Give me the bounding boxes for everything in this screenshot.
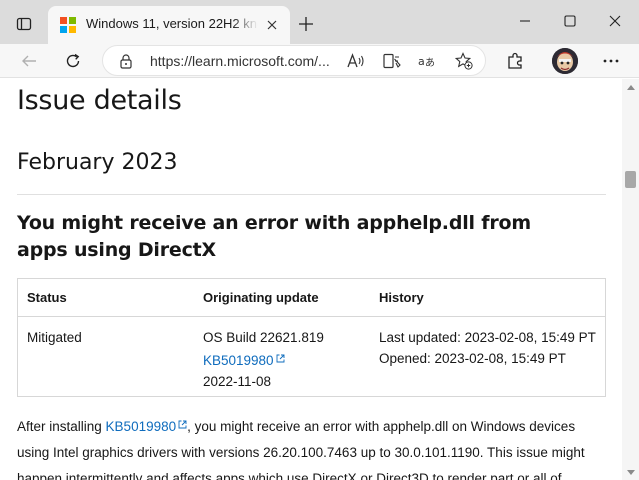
para-prefix: After installing — [17, 419, 106, 434]
table-header-row: Status Originating update History — [18, 279, 605, 317]
address-bar[interactable]: https://learn.microsoft.com/... aあ — [102, 45, 486, 76]
more-menu-button[interactable] — [596, 46, 626, 76]
lock-icon[interactable] — [119, 53, 133, 74]
os-build: OS Build 22621.819 — [203, 330, 324, 345]
close-icon — [609, 15, 621, 27]
scroll-thumb[interactable] — [625, 171, 636, 188]
originating-update-cell: OS Build 22621.819 KB5019980 2022-11-08 — [203, 327, 324, 392]
maximize-icon — [564, 15, 576, 27]
header-history: History — [379, 290, 424, 305]
extensions-icon — [508, 52, 522, 69]
release-date: 2022-11-08 — [203, 374, 272, 389]
kb-link[interactable]: KB5019980 — [203, 353, 274, 368]
scroll-down-icon[interactable] — [622, 466, 639, 478]
issue-description: After installing KB5019980, you might re… — [17, 412, 607, 480]
tab-title: Windows 11, version 22H2 known issues an… — [86, 16, 258, 31]
avatar[interactable] — [552, 48, 578, 74]
header-originating-update: Originating update — [203, 290, 319, 305]
section-divider — [17, 194, 606, 195]
browser-tab[interactable]: Windows 11, version 22H2 known issues an… — [48, 6, 290, 44]
back-button[interactable] — [14, 46, 44, 76]
tab-close-icon[interactable] — [262, 15, 282, 35]
header-status: Status — [27, 290, 67, 305]
svg-text:a: a — [418, 55, 425, 68]
external-link-icon — [178, 412, 187, 438]
read-aloud-icon[interactable] — [345, 51, 367, 71]
more-icon — [603, 59, 619, 63]
refresh-icon — [66, 53, 80, 68]
opened-date: Opened: 2023-02-08, 15:49 PT — [379, 351, 566, 366]
immersive-reader-icon[interactable] — [381, 51, 403, 71]
refresh-button[interactable] — [58, 46, 88, 76]
para-kb-link[interactable]: KB5019980 — [106, 419, 177, 434]
minimize-button[interactable] — [508, 6, 542, 36]
issue-table: Status Originating update History Mitiga… — [17, 278, 606, 397]
history-cell: Last updated: 2023-02-08, 15:49 PT Opene… — [379, 327, 596, 369]
scroll-up-icon[interactable] — [622, 81, 639, 93]
add-favorite-icon[interactable] — [453, 51, 475, 71]
external-link-icon — [276, 348, 285, 369]
back-arrow-icon — [22, 55, 36, 67]
month-heading: February 2023 — [17, 150, 178, 175]
microsoft-logo-icon — [60, 17, 76, 33]
kb-link-row: KB5019980 — [203, 348, 324, 371]
last-updated: Last updated: 2023-02-08, 15:49 PT — [379, 330, 596, 345]
issue-title: You might receive an error with apphelp.… — [17, 212, 531, 261]
extensions-button[interactable] — [500, 46, 530, 76]
translate-icon[interactable]: aあ — [416, 51, 438, 71]
status-cell: Mitigated — [27, 330, 82, 345]
tab-actions-icon[interactable] — [8, 10, 40, 38]
vertical-scrollbar[interactable] — [622, 79, 639, 480]
svg-text:あ: あ — [425, 57, 435, 69]
browser-toolbar: https://learn.microsoft.com/... aあ — [0, 44, 639, 78]
plus-icon — [299, 17, 313, 31]
minimize-icon — [520, 20, 530, 22]
url-text: https://learn.microsoft.com/... — [150, 53, 330, 69]
maximize-button[interactable] — [553, 6, 587, 36]
page-title: Issue details — [17, 85, 182, 116]
new-tab-button[interactable] — [294, 12, 318, 36]
page-viewport: Issue details February 2023 You might re… — [0, 79, 622, 480]
title-bar: Windows 11, version 22H2 known issues an… — [0, 0, 639, 44]
close-window-button[interactable] — [598, 6, 632, 36]
